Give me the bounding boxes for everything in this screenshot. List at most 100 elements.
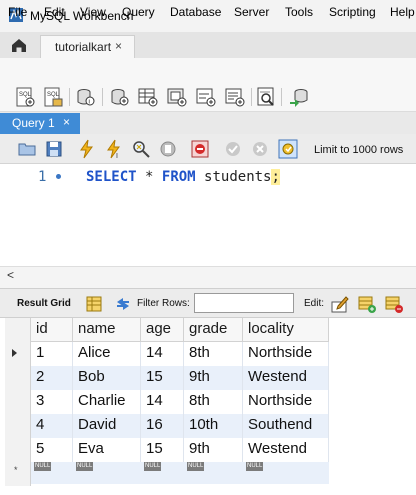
keyword-select: SELECT <box>86 169 137 185</box>
null-badge[interactable]: NULL <box>187 462 205 471</box>
cell-name[interactable]: David <box>73 414 141 438</box>
cell-grade[interactable]: 10th <box>184 414 243 438</box>
scroll-left-arrow-icon[interactable]: < <box>7 268 14 282</box>
keyword-from: FROM <box>161 169 196 185</box>
cell-locality[interactable]: Northside <box>243 390 329 414</box>
cell-age[interactable]: 15 <box>141 366 184 390</box>
current-row-pointer-icon <box>12 349 17 357</box>
schema-inspector-icon[interactable]: i <box>74 86 96 108</box>
open-folder-icon[interactable] <box>17 139 37 159</box>
explain-icon[interactable] <box>131 139 151 159</box>
svg-text:i: i <box>89 100 90 106</box>
save-icon[interactable] <box>44 139 64 159</box>
execute-icon[interactable] <box>77 139 97 159</box>
cell-grade[interactable]: 9th <box>184 438 243 462</box>
stop-icon[interactable] <box>158 139 178 159</box>
query-tab-label: Query 1 <box>12 116 55 130</box>
cell-age[interactable]: 14 <box>141 342 184 366</box>
menu-tools[interactable]: Tools <box>285 5 313 19</box>
table-name: students <box>204 169 272 185</box>
cell-id[interactable]: 5 <box>31 438 73 462</box>
cell-grade[interactable]: 9th <box>184 366 243 390</box>
cell-name[interactable]: Alice <box>73 342 141 366</box>
column-header-id[interactable]: id <box>31 318 73 342</box>
close-icon[interactable]: × <box>63 115 70 129</box>
search-table-data-icon[interactable] <box>256 86 278 108</box>
null-badge[interactable]: NULL <box>76 462 94 471</box>
new-row-marker: * <box>14 465 18 475</box>
menu-edit[interactable]: Edit <box>44 5 65 19</box>
edit-label: Edit: <box>304 298 325 309</box>
svg-text:SQL: SQL <box>47 92 60 98</box>
create-table-icon[interactable] <box>137 86 159 108</box>
grid-layout-icon[interactable] <box>84 294 104 314</box>
create-view-icon[interactable] <box>166 86 188 108</box>
connection-tab[interactable]: tutorialkart × <box>40 35 135 58</box>
statement-marker-icon <box>56 174 61 179</box>
editor-horizontal-scrollbar[interactable] <box>0 266 416 288</box>
cell-locality[interactable]: Northside <box>243 342 329 366</box>
open-sql-script-icon[interactable]: SQL <box>42 86 64 108</box>
execute-current-statement-icon[interactable]: I <box>104 139 124 159</box>
column-header-name[interactable]: name <box>73 318 141 342</box>
reconnect-icon[interactable] <box>288 86 310 108</box>
cell-age[interactable]: 15 <box>141 438 184 462</box>
statement-terminator: ; <box>271 169 280 185</box>
close-icon[interactable]: × <box>115 39 122 53</box>
connection-tab-label: tutorialkart <box>55 40 112 54</box>
column-header-age[interactable]: age <box>141 318 184 342</box>
svg-text:I: I <box>116 153 118 159</box>
rollback-icon[interactable] <box>250 139 270 159</box>
line-number: 1 <box>38 169 47 185</box>
menu-file[interactable]: File <box>8 5 27 19</box>
cell-locality[interactable]: Southend <box>243 414 329 438</box>
new-sql-tab-icon[interactable]: SQL <box>14 86 36 108</box>
cell-age[interactable]: 14 <box>141 390 184 414</box>
edit-row-icon[interactable] <box>330 294 350 314</box>
result-grid-tab[interactable]: Result Grid <box>17 298 71 309</box>
cell-locality[interactable]: Westend <box>243 366 329 390</box>
sql-statement[interactable]: SELECT * FROM students; <box>86 169 280 185</box>
menu-view[interactable]: View <box>80 5 106 19</box>
filter-rows-label: Filter Rows: <box>137 298 190 309</box>
home-icon[interactable] <box>4 33 34 57</box>
create-function-icon[interactable] <box>224 86 246 108</box>
commit-icon[interactable] <box>223 139 243 159</box>
toolbar-separator <box>69 88 70 106</box>
filter-rows-input[interactable] <box>194 293 294 313</box>
create-procedure-icon[interactable] <box>195 86 217 108</box>
cell-grade[interactable]: 8th <box>184 390 243 414</box>
null-badge[interactable]: NULL <box>144 462 162 471</box>
limit-rows-select[interactable]: Limit to 1000 rows <box>314 144 403 156</box>
row-header-column <box>5 318 31 486</box>
menu-scripting[interactable]: Scripting <box>329 5 376 19</box>
autocommit-icon[interactable] <box>278 139 298 159</box>
menu-query[interactable]: Query <box>122 5 155 19</box>
menu-database[interactable]: Database <box>170 5 221 19</box>
null-badge[interactable]: NULL <box>34 462 52 471</box>
cell-id[interactable]: 3 <box>31 390 73 414</box>
cell-age[interactable]: 16 <box>141 414 184 438</box>
select-operator: * <box>145 169 154 185</box>
refresh-icon[interactable] <box>113 294 133 314</box>
toolbar-separator <box>251 88 252 106</box>
menu-help[interactable]: Help <box>390 5 415 19</box>
query-tab[interactable]: Query 1 × <box>0 113 80 134</box>
svg-text:SQL: SQL <box>19 92 32 98</box>
cell-id[interactable]: 4 <box>31 414 73 438</box>
cell-id[interactable]: 2 <box>31 366 73 390</box>
insert-row-icon[interactable] <box>357 294 377 314</box>
cell-id[interactable]: 1 <box>31 342 73 366</box>
cell-grade[interactable]: 8th <box>184 342 243 366</box>
toggle-error-stop-icon[interactable] <box>190 139 210 159</box>
cell-name[interactable]: Bob <box>73 366 141 390</box>
null-badge[interactable]: NULL <box>246 462 264 471</box>
cell-name[interactable]: Eva <box>73 438 141 462</box>
column-header-locality[interactable]: locality <box>243 318 329 342</box>
menu-server[interactable]: Server <box>234 5 269 19</box>
cell-name[interactable]: Charlie <box>73 390 141 414</box>
cell-locality[interactable]: Westend <box>243 438 329 462</box>
delete-row-icon[interactable] <box>384 294 404 314</box>
create-schema-icon[interactable] <box>108 86 130 108</box>
column-header-grade[interactable]: grade <box>184 318 243 342</box>
